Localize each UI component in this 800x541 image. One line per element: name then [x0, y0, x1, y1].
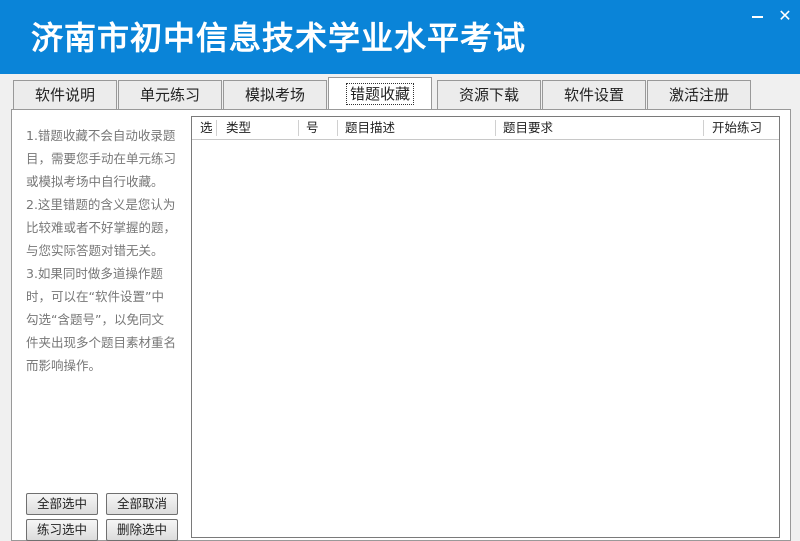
column-header-requirement[interactable]: 题目要求	[503, 117, 553, 139]
column-header-type[interactable]: 类型	[226, 117, 251, 139]
tab-activation[interactable]: 激活注册	[647, 80, 751, 109]
column-header-start-practice[interactable]: 开始练习	[712, 117, 762, 139]
instruction-item: 2.这里错题的含义是您认为比较难或者不好掌握的题，与您实际答题对错无关。	[26, 197, 177, 258]
tab-unit-practice[interactable]: 单元练习	[118, 80, 222, 109]
tab-software-guide[interactable]: 软件说明	[13, 80, 117, 109]
table-header: 选 类型 号 题目描述 题目要求 开始练习	[192, 117, 779, 140]
tab-label: 软件设置	[563, 86, 624, 104]
instructions-text: 1.错题收藏不会自动收录题目，需要您手动在单元练习或模拟考场中自行收藏。 2.这…	[26, 124, 176, 377]
tab-software-settings[interactable]: 软件设置	[542, 80, 646, 109]
tab-label: 模拟考场	[244, 86, 305, 104]
column-divider[interactable]	[337, 120, 338, 136]
title-bar: 济南市初中信息技术学业水平考试 ✕	[0, 0, 800, 74]
app-title: 济南市初中信息技术学业水平考试	[31, 19, 527, 57]
wrong-questions-table[interactable]: 选 类型 号 题目描述 题目要求 开始练习	[191, 116, 780, 538]
close-icon: ✕	[778, 6, 792, 25]
close-button[interactable]: ✕	[775, 6, 795, 26]
column-divider[interactable]	[495, 120, 496, 136]
tab-bar: 软件说明 单元练习 模拟考场 错题收藏 资源下载 软件设置 激活注册	[0, 74, 800, 110]
minimize-button[interactable]	[748, 6, 768, 26]
deselect-all-button[interactable]: 全部取消	[106, 493, 178, 515]
select-all-button[interactable]: 全部选中	[26, 493, 98, 515]
tab-label: 单元练习	[139, 86, 200, 104]
tab-label: 资源下载	[458, 86, 519, 104]
column-header-number[interactable]: 号	[306, 117, 319, 139]
tab-mock-exam[interactable]: 模拟考场	[223, 80, 327, 109]
column-divider[interactable]	[216, 120, 217, 136]
tab-label: 错题收藏	[345, 83, 415, 105]
instruction-item: 1.错题收藏不会自动收录题目，需要您手动在单元练习或模拟考场中自行收藏。	[26, 128, 177, 189]
tab-label: 软件说明	[34, 86, 95, 104]
tab-wrong-questions[interactable]: 错题收藏	[328, 77, 432, 110]
column-header-select[interactable]: 选	[200, 117, 213, 139]
delete-selected-button[interactable]: 删除选中	[106, 519, 178, 541]
column-divider[interactable]	[298, 120, 299, 136]
tab-resource-download[interactable]: 资源下载	[437, 80, 541, 109]
instruction-item: 3.如果同时做多道操作题时，可以在“软件设置”中勾选“含题号”，以免同文件夹出现…	[26, 266, 177, 373]
column-divider[interactable]	[703, 120, 704, 136]
tab-label: 激活注册	[668, 86, 729, 104]
minimize-icon	[752, 16, 763, 18]
practice-selected-button[interactable]: 练习选中	[26, 519, 98, 541]
column-header-description[interactable]: 题目描述	[345, 117, 395, 139]
